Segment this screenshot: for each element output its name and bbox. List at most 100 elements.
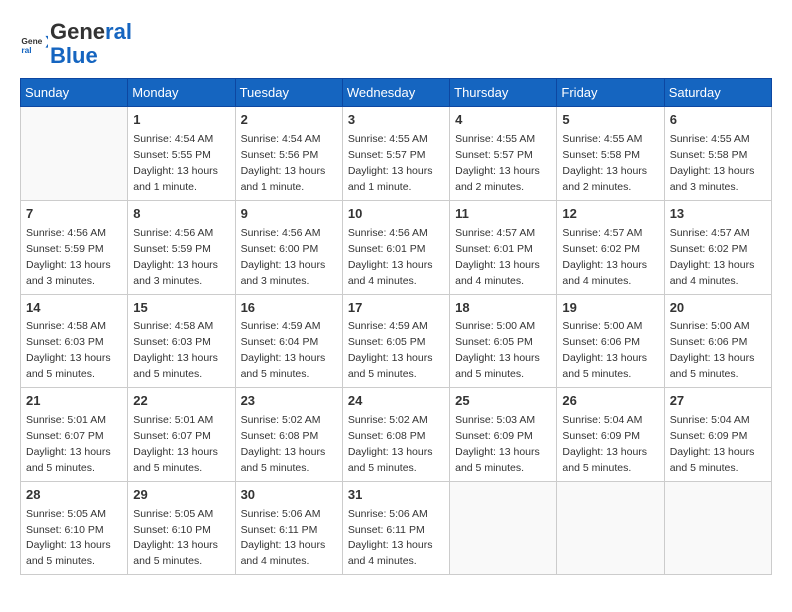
day-info: Sunrise: 4:55 AMSunset: 5:57 PMDaylight:…	[455, 133, 540, 193]
day-number: 8	[133, 205, 229, 224]
day-info: Sunrise: 5:00 AMSunset: 6:06 PMDaylight:…	[670, 320, 755, 380]
day-number: 22	[133, 392, 229, 411]
day-info: Sunrise: 4:57 AMSunset: 6:02 PMDaylight:…	[670, 227, 755, 287]
day-info: Sunrise: 5:05 AMSunset: 6:10 PMDaylight:…	[26, 508, 111, 568]
day-info: Sunrise: 4:55 AMSunset: 5:58 PMDaylight:…	[670, 133, 755, 193]
day-number: 15	[133, 299, 229, 318]
day-info: Sunrise: 5:06 AMSunset: 6:11 PMDaylight:…	[241, 508, 326, 568]
calendar-cell: 8 Sunrise: 4:56 AMSunset: 5:59 PMDayligh…	[128, 200, 235, 294]
day-number: 7	[26, 205, 122, 224]
day-info: Sunrise: 4:56 AMSunset: 5:59 PMDaylight:…	[26, 227, 111, 287]
day-info: Sunrise: 4:54 AMSunset: 5:56 PMDaylight:…	[241, 133, 326, 193]
day-info: Sunrise: 5:04 AMSunset: 6:09 PMDaylight:…	[562, 414, 647, 474]
day-number: 9	[241, 205, 337, 224]
day-info: Sunrise: 4:56 AMSunset: 6:01 PMDaylight:…	[348, 227, 433, 287]
calendar-week-5: 28 Sunrise: 5:05 AMSunset: 6:10 PMDaylig…	[21, 481, 772, 575]
day-info: Sunrise: 5:04 AMSunset: 6:09 PMDaylight:…	[670, 414, 755, 474]
day-info: Sunrise: 5:03 AMSunset: 6:09 PMDaylight:…	[455, 414, 540, 474]
calendar-cell: 23 Sunrise: 5:02 AMSunset: 6:08 PMDaylig…	[235, 388, 342, 482]
day-info: Sunrise: 4:57 AMSunset: 6:02 PMDaylight:…	[562, 227, 647, 287]
weekday-header-thursday: Thursday	[450, 79, 557, 107]
calendar-cell: 14 Sunrise: 4:58 AMSunset: 6:03 PMDaylig…	[21, 294, 128, 388]
day-number: 27	[670, 392, 766, 411]
day-number: 21	[26, 392, 122, 411]
day-number: 16	[241, 299, 337, 318]
calendar-cell: 27 Sunrise: 5:04 AMSunset: 6:09 PMDaylig…	[664, 388, 771, 482]
calendar-cell: 15 Sunrise: 4:58 AMSunset: 6:03 PMDaylig…	[128, 294, 235, 388]
day-info: Sunrise: 4:58 AMSunset: 6:03 PMDaylight:…	[133, 320, 218, 380]
day-number: 4	[455, 111, 551, 130]
calendar-cell: 12 Sunrise: 4:57 AMSunset: 6:02 PMDaylig…	[557, 200, 664, 294]
calendar-week-3: 14 Sunrise: 4:58 AMSunset: 6:03 PMDaylig…	[21, 294, 772, 388]
calendar-cell	[21, 107, 128, 201]
calendar-cell: 17 Sunrise: 4:59 AMSunset: 6:05 PMDaylig…	[342, 294, 449, 388]
calendar-cell: 2 Sunrise: 4:54 AMSunset: 5:56 PMDayligh…	[235, 107, 342, 201]
calendar-cell: 24 Sunrise: 5:02 AMSunset: 6:08 PMDaylig…	[342, 388, 449, 482]
calendar-cell: 9 Sunrise: 4:56 AMSunset: 6:00 PMDayligh…	[235, 200, 342, 294]
calendar-cell: 31 Sunrise: 5:06 AMSunset: 6:11 PMDaylig…	[342, 481, 449, 575]
day-number: 12	[562, 205, 658, 224]
calendar-cell: 13 Sunrise: 4:57 AMSunset: 6:02 PMDaylig…	[664, 200, 771, 294]
logo-icon: Gene ral	[20, 30, 48, 58]
day-number: 28	[26, 486, 122, 505]
day-info: Sunrise: 5:02 AMSunset: 6:08 PMDaylight:…	[348, 414, 433, 474]
day-number: 13	[670, 205, 766, 224]
day-number: 20	[670, 299, 766, 318]
day-info: Sunrise: 5:00 AMSunset: 6:06 PMDaylight:…	[562, 320, 647, 380]
calendar-cell: 20 Sunrise: 5:00 AMSunset: 6:06 PMDaylig…	[664, 294, 771, 388]
day-number: 1	[133, 111, 229, 130]
weekday-header-friday: Friday	[557, 79, 664, 107]
day-info: Sunrise: 4:56 AMSunset: 5:59 PMDaylight:…	[133, 227, 218, 287]
weekday-header-monday: Monday	[128, 79, 235, 107]
calendar-cell: 7 Sunrise: 4:56 AMSunset: 5:59 PMDayligh…	[21, 200, 128, 294]
calendar-cell: 19 Sunrise: 5:00 AMSunset: 6:06 PMDaylig…	[557, 294, 664, 388]
calendar-cell: 18 Sunrise: 5:00 AMSunset: 6:05 PMDaylig…	[450, 294, 557, 388]
svg-text:ral: ral	[21, 45, 31, 55]
day-info: Sunrise: 4:54 AMSunset: 5:55 PMDaylight:…	[133, 133, 218, 193]
calendar-week-4: 21 Sunrise: 5:01 AMSunset: 6:07 PMDaylig…	[21, 388, 772, 482]
day-number: 5	[562, 111, 658, 130]
page-header: Gene ral GeneralBlue	[20, 20, 772, 68]
day-number: 26	[562, 392, 658, 411]
day-info: Sunrise: 4:55 AMSunset: 5:57 PMDaylight:…	[348, 133, 433, 193]
day-info: Sunrise: 5:00 AMSunset: 6:05 PMDaylight:…	[455, 320, 540, 380]
day-info: Sunrise: 5:01 AMSunset: 6:07 PMDaylight:…	[26, 414, 111, 474]
calendar-cell: 22 Sunrise: 5:01 AMSunset: 6:07 PMDaylig…	[128, 388, 235, 482]
calendar-week-1: 1 Sunrise: 4:54 AMSunset: 5:55 PMDayligh…	[21, 107, 772, 201]
calendar-cell: 29 Sunrise: 5:05 AMSunset: 6:10 PMDaylig…	[128, 481, 235, 575]
day-info: Sunrise: 5:01 AMSunset: 6:07 PMDaylight:…	[133, 414, 218, 474]
calendar-cell: 21 Sunrise: 5:01 AMSunset: 6:07 PMDaylig…	[21, 388, 128, 482]
calendar-cell: 1 Sunrise: 4:54 AMSunset: 5:55 PMDayligh…	[128, 107, 235, 201]
calendar-cell: 3 Sunrise: 4:55 AMSunset: 5:57 PMDayligh…	[342, 107, 449, 201]
calendar-cell	[664, 481, 771, 575]
day-number: 18	[455, 299, 551, 318]
calendar-cell: 28 Sunrise: 5:05 AMSunset: 6:10 PMDaylig…	[21, 481, 128, 575]
calendar-cell: 26 Sunrise: 5:04 AMSunset: 6:09 PMDaylig…	[557, 388, 664, 482]
day-number: 14	[26, 299, 122, 318]
calendar-cell	[450, 481, 557, 575]
day-number: 25	[455, 392, 551, 411]
calendar-cell: 16 Sunrise: 4:59 AMSunset: 6:04 PMDaylig…	[235, 294, 342, 388]
day-number: 24	[348, 392, 444, 411]
calendar-cell: 4 Sunrise: 4:55 AMSunset: 5:57 PMDayligh…	[450, 107, 557, 201]
day-number: 6	[670, 111, 766, 130]
day-info: Sunrise: 5:05 AMSunset: 6:10 PMDaylight:…	[133, 508, 218, 568]
calendar-cell: 25 Sunrise: 5:03 AMSunset: 6:09 PMDaylig…	[450, 388, 557, 482]
day-number: 23	[241, 392, 337, 411]
calendar-header-row: SundayMondayTuesdayWednesdayThursdayFrid…	[21, 79, 772, 107]
calendar-week-2: 7 Sunrise: 4:56 AMSunset: 5:59 PMDayligh…	[21, 200, 772, 294]
day-info: Sunrise: 4:56 AMSunset: 6:00 PMDaylight:…	[241, 227, 326, 287]
calendar-cell: 6 Sunrise: 4:55 AMSunset: 5:58 PMDayligh…	[664, 107, 771, 201]
day-number: 31	[348, 486, 444, 505]
day-info: Sunrise: 5:02 AMSunset: 6:08 PMDaylight:…	[241, 414, 326, 474]
day-number: 17	[348, 299, 444, 318]
day-number: 11	[455, 205, 551, 224]
weekday-header-saturday: Saturday	[664, 79, 771, 107]
day-info: Sunrise: 4:59 AMSunset: 6:04 PMDaylight:…	[241, 320, 326, 380]
day-number: 29	[133, 486, 229, 505]
day-info: Sunrise: 4:55 AMSunset: 5:58 PMDaylight:…	[562, 133, 647, 193]
day-number: 10	[348, 205, 444, 224]
calendar-cell: 10 Sunrise: 4:56 AMSunset: 6:01 PMDaylig…	[342, 200, 449, 294]
weekday-header-tuesday: Tuesday	[235, 79, 342, 107]
calendar-body: 1 Sunrise: 4:54 AMSunset: 5:55 PMDayligh…	[21, 107, 772, 575]
